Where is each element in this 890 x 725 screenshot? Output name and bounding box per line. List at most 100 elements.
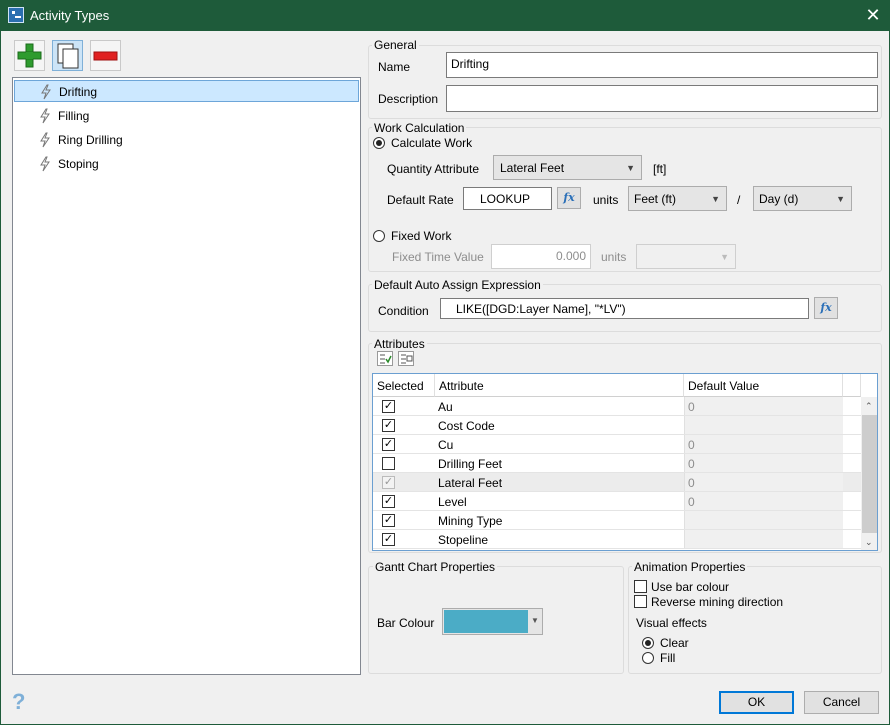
selected-cell: ✓: [373, 492, 435, 510]
cancel-button[interactable]: Cancel: [804, 691, 879, 714]
fixed-units-label: units: [601, 250, 627, 264]
activity-type-list[interactable]: Drifting Filling Ring Drilling Stoping: [12, 77, 361, 675]
app-icon: [8, 7, 24, 23]
help-icon[interactable]: ?: [12, 691, 34, 713]
add-button[interactable]: [14, 40, 45, 71]
selected-cell: ✓: [373, 511, 435, 529]
attributes-grid[interactable]: Selected Attribute Default Value ✓ Au 0 ✓ Co…: [372, 373, 878, 551]
lightning-icon: [40, 156, 50, 172]
table-row[interactable]: ✓ Lateral Feet 0: [373, 473, 863, 492]
default-value-cell[interactable]: [684, 530, 843, 548]
rate-fx-button[interactable]: fx: [557, 187, 581, 209]
condition-input[interactable]: LIKE([DGD:Layer Name], "*LV"): [440, 298, 809, 319]
table-row[interactable]: ✓ Stopeline: [373, 530, 863, 549]
bar-colour-label: Bar Colour: [377, 616, 435, 630]
quantity-attribute-select[interactable]: Lateral Feet ▼: [493, 155, 642, 180]
default-value-cell[interactable]: 0: [684, 473, 843, 491]
use-bar-colour-label: Use bar colour: [651, 580, 730, 594]
clear-radio[interactable]: [642, 637, 654, 649]
chevron-down-icon: ▼: [720, 251, 729, 262]
fixed-time-label: Fixed Time Value: [392, 250, 484, 264]
list-item-ring-drilling[interactable]: Ring Drilling: [14, 129, 359, 151]
row-checkbox[interactable]: ✓: [382, 438, 395, 451]
grid-scrollbar[interactable]: ⌃ ⌄: [861, 397, 877, 550]
default-value-cell[interactable]: [684, 416, 843, 434]
select-all-icon[interactable]: [377, 351, 393, 366]
auto-assign-title: Default Auto Assign Expression: [372, 278, 543, 292]
row-checkbox[interactable]: ✓: [382, 514, 395, 527]
list-item-drifting[interactable]: Drifting: [14, 80, 359, 102]
list-item-filling[interactable]: Filling: [14, 105, 359, 127]
table-row[interactable]: ✓ Au 0: [373, 397, 863, 416]
attribute-name-cell: Stopeline: [438, 533, 489, 547]
fixed-units-select[interactable]: ▼: [636, 244, 736, 269]
bar-colour-picker[interactable]: ▼: [442, 608, 543, 635]
row-checkbox[interactable]: ✓: [382, 400, 395, 413]
title-bar: Activity Types ✕: [0, 0, 890, 31]
reverse-direction-checkbox[interactable]: [634, 595, 647, 608]
name-input[interactable]: Drifting: [446, 52, 878, 78]
table-row[interactable]: ✓ Level 0: [373, 492, 863, 511]
condition-fx-button[interactable]: fx: [814, 297, 838, 319]
copy-button[interactable]: [52, 40, 83, 71]
remove-icon: [93, 51, 118, 61]
use-bar-colour-checkbox[interactable]: [634, 580, 647, 593]
lightning-icon: [40, 108, 50, 124]
animation-title: Animation Properties: [632, 560, 748, 574]
copy-icon: [57, 43, 79, 69]
scroll-thumb[interactable]: [862, 415, 877, 533]
scroll-up-icon[interactable]: ⌃: [865, 401, 873, 412]
default-rate-input[interactable]: LOOKUP: [463, 187, 552, 210]
ok-button[interactable]: OK: [719, 691, 794, 714]
selected-cell: ✓: [373, 397, 435, 415]
fill-radio[interactable]: [642, 652, 654, 664]
calculate-work-radio[interactable]: [373, 137, 385, 149]
attribute-name-cell: Level: [438, 495, 467, 509]
row-checkbox[interactable]: [382, 457, 395, 470]
chevron-down-icon: ▼: [711, 193, 720, 204]
gantt-title: Gantt Chart Properties: [373, 560, 498, 574]
chevron-down-icon: ▼: [531, 616, 539, 625]
rate-unit-denominator-select[interactable]: Day (d) ▼: [753, 186, 852, 211]
row-checkbox[interactable]: ✓: [382, 495, 395, 508]
default-value-cell[interactable]: 0: [684, 435, 843, 453]
rate-unit-numerator-select[interactable]: Feet (ft) ▼: [628, 186, 727, 211]
quantity-attribute-label: Quantity Attribute: [387, 162, 480, 176]
row-checkbox[interactable]: ✓: [382, 533, 395, 546]
default-value-cell[interactable]: 0: [684, 492, 843, 510]
rate-unit-denominator-value: Day (d): [759, 192, 799, 206]
default-value-cell[interactable]: [684, 511, 843, 529]
close-icon[interactable]: ✕: [862, 4, 884, 26]
fixed-work-radio[interactable]: [373, 230, 385, 242]
table-row[interactable]: ✓ Cost Code: [373, 416, 863, 435]
lightning-icon: [41, 84, 51, 100]
table-row[interactable]: ✓ Mining Type: [373, 511, 863, 530]
bar-colour-swatch: [444, 610, 528, 633]
column-header-selected[interactable]: Selected: [373, 374, 435, 397]
chevron-down-icon: ▼: [836, 193, 845, 204]
condition-label: Condition: [378, 304, 429, 318]
default-value-cell[interactable]: 0: [684, 397, 843, 415]
column-header-default-value[interactable]: Default Value: [684, 374, 843, 397]
row-checkbox[interactable]: ✓: [382, 476, 395, 489]
fixed-time-input[interactable]: 0.000: [491, 244, 591, 269]
rate-units-label: units: [593, 193, 619, 207]
selected-cell: ✓: [373, 530, 435, 548]
deselect-all-icon[interactable]: [398, 351, 414, 366]
scroll-down-icon[interactable]: ⌄: [865, 537, 873, 548]
list-item-label: Stoping: [58, 157, 99, 171]
table-row[interactable]: ✓ Cu 0: [373, 435, 863, 454]
description-input[interactable]: [446, 85, 878, 112]
attributes-title: Attributes: [372, 337, 427, 351]
default-rate-label: Default Rate: [387, 193, 454, 207]
row-checkbox[interactable]: ✓: [382, 419, 395, 432]
column-header-attribute[interactable]: Attribute: [435, 374, 684, 397]
list-item-label: Filling: [58, 109, 90, 123]
default-value-cell[interactable]: 0: [684, 454, 843, 472]
list-item-stoping[interactable]: Stoping: [14, 153, 359, 175]
rate-unit-numerator-value: Feet (ft): [634, 192, 677, 206]
attribute-name-cell: Lateral Feet: [438, 476, 503, 490]
attribute-name-cell: Cost Code: [438, 419, 495, 433]
table-row[interactable]: Drilling Feet 0: [373, 454, 863, 473]
remove-button[interactable]: [90, 40, 121, 71]
